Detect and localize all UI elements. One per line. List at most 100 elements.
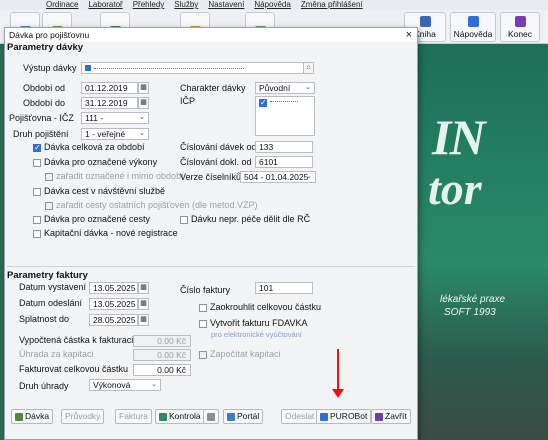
menu-laborator[interactable]: Laboratoř: [88, 0, 122, 10]
charakter-value: Původní: [259, 83, 291, 93]
charakter-label: Charakter dávky: [180, 83, 246, 93]
davka-oznacene-cesty-checkbox[interactable]: Dávka pro označené cesty: [33, 214, 150, 225]
davka-celkova-label: Dávka celková za období: [44, 142, 145, 152]
menu-prehledy[interactable]: Přehledy: [133, 0, 165, 10]
odeslat-button-label: Odeslat: [285, 411, 315, 421]
zaradit-cesty-checkbox[interactable]: zařadit cesty ostatních pojišťoven (dle …: [45, 200, 257, 211]
zapocitat-checkbox[interactable]: Započítat kapitaci: [199, 349, 281, 360]
annotation-arrow: [337, 349, 339, 391]
vytvorit-note: pro elektronické vyúčtování: [211, 330, 302, 339]
icp-list[interactable]: [255, 96, 315, 136]
pruvodky-button-label: Průvodky: [65, 411, 101, 421]
davka-oznacene-vykony-checkbox[interactable]: Dávka pro označené výkony: [33, 157, 157, 168]
menu-zmena-prihlaseni[interactable]: Změna přihlášení: [301, 0, 363, 10]
davka-cest-checkbox[interactable]: Dávka cest v návštěvní službě: [33, 186, 165, 197]
checkbox-icon: [259, 97, 267, 108]
checkbox-icon: [45, 201, 53, 210]
checkbox-icon: [199, 319, 207, 328]
calendar-icon[interactable]: ▦: [138, 82, 149, 94]
portal-button[interactable]: Portál: [223, 409, 264, 424]
konec-label: Konec: [507, 29, 533, 39]
pojistovna-select[interactable]: 111 - ⌄: [81, 112, 149, 124]
annotation-arrowhead: [332, 389, 344, 398]
davku-nepr-checkbox[interactable]: Dávku nepr. péče dělit dle RČ: [180, 214, 310, 225]
redacted-path: [94, 68, 244, 71]
close-icon[interactable]: ×: [406, 28, 412, 42]
zaradit-oznacene-checkbox[interactable]: zařadit označené i mimo období: [45, 171, 184, 182]
purobot-button[interactable]: PUROBot: [316, 409, 372, 424]
davka-cest-label: Dávka cest v návštěvní službě: [44, 186, 166, 196]
section-divider: [7, 266, 415, 267]
chevron-down-icon: ⌄: [151, 381, 157, 388]
cislovani-davek-label: Číslování dávek od: [180, 142, 257, 152]
datum-odeslani-label: Datum odeslání: [19, 298, 83, 308]
browse-folder-icon[interactable]: ⌂: [303, 62, 314, 74]
konec-button[interactable]: Konec: [500, 12, 540, 42]
davka-oznacene-cesty-label: Dávka pro označené cesty: [44, 214, 151, 224]
checkbox-icon: [180, 215, 188, 224]
vypoctena-label: Vypočtená částka k fakturaci: [19, 335, 134, 345]
vypoctena-value: 0.00 Kč: [133, 335, 191, 347]
pruvodky-button[interactable]: Průvodky: [61, 409, 105, 424]
fakturovat-input[interactable]: 0.00 Kč: [133, 364, 191, 376]
obdobi-do-input[interactable]: 31.12.2019: [81, 97, 138, 109]
cislo-faktury-input[interactable]: 101: [255, 282, 313, 294]
splatnost-input[interactable]: 28.05.2025: [89, 314, 138, 326]
check-icon: [159, 412, 167, 421]
faktura-button[interactable]: Faktura: [115, 409, 152, 424]
globe-icon: [227, 412, 235, 421]
druh-uhrady-select[interactable]: Výkonová ⌄: [89, 379, 161, 391]
door-icon: [375, 412, 383, 421]
chevron-down-icon: ⌄: [139, 114, 145, 121]
calendar-icon[interactable]: ▦: [138, 314, 149, 326]
logo-text-2: tor: [428, 163, 482, 214]
verze-select[interactable]: 504 - 01.04.2025 ⌄: [240, 171, 316, 183]
checkbox-icon: [33, 158, 41, 167]
obdobi-od-input[interactable]: 01.12.2019: [81, 82, 138, 94]
chevron-down-icon: ⌄: [306, 173, 312, 180]
menu-sluzby[interactable]: Služby: [174, 0, 198, 10]
davka-button[interactable]: Dávka: [11, 409, 54, 424]
davka-celkova-checkbox[interactable]: Dávka celková za období: [33, 142, 145, 153]
datum-vystaveni-label: Datum vystavení: [19, 282, 87, 292]
arrow-right-icon: [207, 412, 215, 421]
chevron-down-icon: ⌄: [305, 84, 311, 91]
robot-icon: [320, 412, 328, 421]
vytvorit-fakturu-checkbox[interactable]: Vytvořit fakturu FDAVKA: [199, 318, 308, 329]
davka-oznacene-vykony-label: Dávka pro označené výkony: [44, 157, 158, 167]
zaradit-cesty-label: zařadit cesty ostatních pojišťoven (dle …: [56, 200, 258, 210]
vystup-input[interactable]: [81, 62, 313, 74]
cislovani-dokl-input[interactable]: 6101: [255, 156, 313, 168]
odeslat-button[interactable]: Odeslat: [281, 409, 319, 424]
datum-odeslani-input[interactable]: 13.05.2025: [89, 298, 138, 310]
zaokrouhlit-checkbox[interactable]: Zaokrouhlit celkovou částku: [199, 302, 321, 313]
export-button[interactable]: [203, 409, 219, 424]
calendar-icon[interactable]: ▦: [138, 282, 149, 294]
charakter-select[interactable]: Původní ⌄: [255, 82, 315, 94]
verze-label: Verze číselníků: [180, 172, 242, 182]
icp-checkbox[interactable]: [259, 97, 298, 108]
splatnost-label: Splatnost do: [19, 314, 70, 324]
vystup-label: Výstup dávky: [23, 63, 77, 73]
purobot-button-label: PUROBot: [330, 411, 368, 421]
datum-vystaveni-input[interactable]: 13.05.2025: [89, 282, 138, 294]
chevron-down-icon: ⌄: [139, 130, 145, 137]
menu-nastaveni[interactable]: Nastavení: [208, 0, 244, 10]
cislovani-davek-input[interactable]: 133: [255, 141, 313, 153]
kapitacni-checkbox[interactable]: Kapitační dávka - nové registrace: [33, 228, 178, 239]
checkbox-icon: [33, 187, 41, 196]
menu-napoveda[interactable]: Nápověda: [254, 0, 290, 10]
calendar-icon[interactable]: ▦: [138, 97, 149, 109]
kontrola-button[interactable]: Kontrola: [155, 409, 205, 424]
calendar-icon[interactable]: ▦: [138, 298, 149, 310]
menu-ordinace[interactable]: Ordinace: [46, 0, 78, 10]
druh-pojisteni-value: 1 - veřejné: [85, 129, 126, 139]
cislo-faktury-label: Číslo faktury: [180, 285, 231, 295]
pojistovna-label: Pojišťovna - IČZ: [9, 113, 74, 123]
napoveda-button[interactable]: Nápověda: [450, 12, 496, 42]
druh-pojisteni-select[interactable]: 1 - veřejné ⌄: [81, 128, 149, 140]
uhrada-label: Úhrada za kapitaci: [19, 349, 94, 359]
zaokrouhlit-label: Zaokrouhlit celkovou částku: [210, 302, 322, 312]
checkbox-icon: [199, 350, 207, 359]
zavrit-button[interactable]: Zavřít: [371, 409, 411, 424]
